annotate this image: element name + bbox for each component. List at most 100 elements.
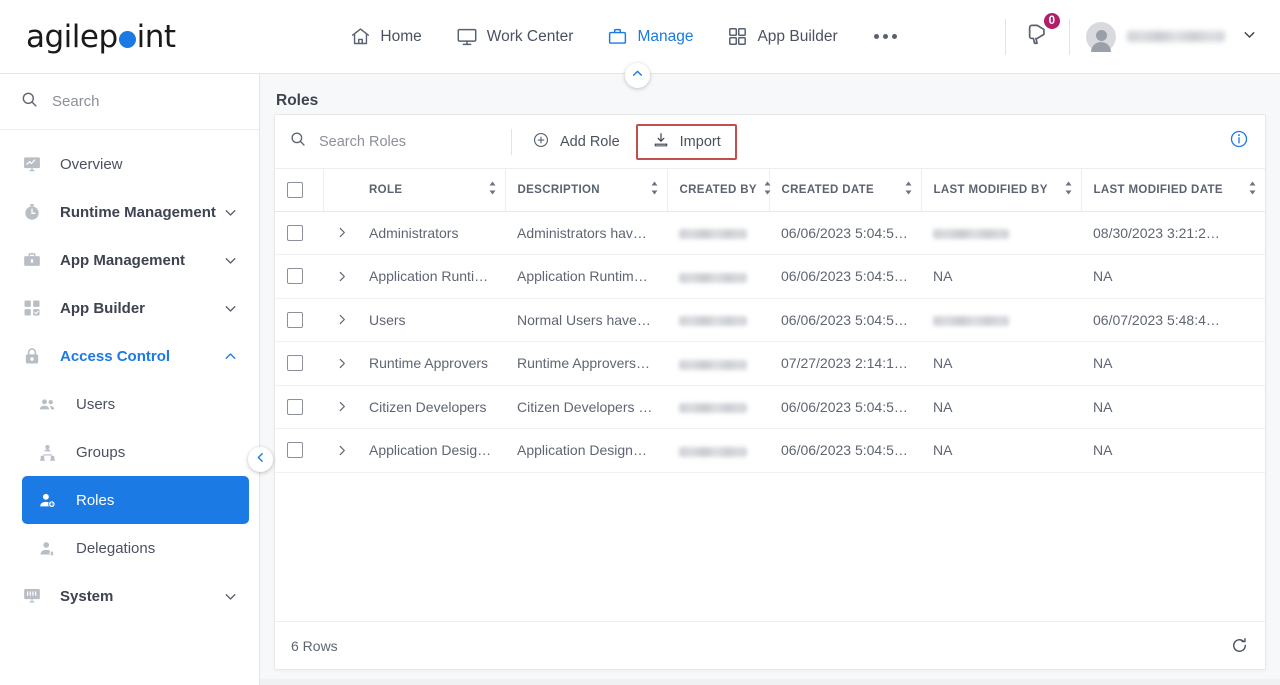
chevron-down-icon[interactable] (222, 252, 239, 269)
table-row[interactable]: Users Normal Users have… 06/06/2023 5:04:5… (275, 298, 1265, 342)
expand-row-icon[interactable] (335, 312, 349, 327)
sort-icon[interactable] (904, 181, 913, 198)
chevron-down-icon[interactable] (222, 204, 239, 221)
sidebar-item-app-management[interactable]: App Management (0, 236, 259, 284)
table-row[interactable]: Administrators Administrators hav… 06/06/2… (275, 211, 1265, 255)
expand-row-icon[interactable] (335, 399, 349, 414)
nav-item-app-builder[interactable]: App Builder (725, 22, 839, 51)
nav-item-manage[interactable]: Manage (605, 22, 695, 51)
expand-row-icon[interactable] (335, 443, 349, 458)
lock-icon (22, 346, 52, 366)
notifications-button[interactable]: 0 (1022, 10, 1062, 55)
column-header-created-by[interactable]: CREATED BY (667, 169, 772, 212)
created-by-redacted (679, 316, 747, 327)
last-modified-by-value: NA (933, 268, 953, 285)
sidebar-item-access-control-label: Access Control (60, 347, 171, 365)
table-row[interactable]: Application Runtim… Application Runtim… 06… (275, 254, 1265, 299)
sidebar-item-system[interactable]: System (0, 572, 259, 620)
agilepoint-logo[interactable]: agilep int (0, 19, 260, 55)
row-checkbox[interactable] (287, 268, 303, 285)
download-icon (652, 131, 670, 153)
row-expand-cell (323, 385, 357, 429)
expand-row-icon[interactable] (335, 225, 349, 240)
add-role-button[interactable]: Add Role (516, 124, 636, 160)
row-checkbox[interactable] (287, 224, 303, 241)
sidebar-item-delegations-label: Delegations (76, 539, 156, 557)
chevron-down-icon[interactable] (1241, 26, 1258, 48)
table-header-row: ROLE DESCRIPTION CREATED BY CREATED DATE… (275, 169, 1265, 212)
sidebar-item-users[interactable]: Users (22, 380, 249, 428)
sort-icon[interactable] (763, 181, 772, 198)
select-all-checkbox[interactable] (287, 181, 303, 198)
sort-icon[interactable] (650, 181, 659, 198)
cell-description: Administrators hav… (505, 211, 667, 255)
search-roles-input[interactable]: Search Roles (289, 130, 511, 153)
sidebar-item-access-control[interactable]: Access Control (0, 332, 259, 380)
refresh-icon[interactable] (1230, 636, 1249, 655)
row-checkbox[interactable] (287, 355, 303, 372)
cell-description: Application Runtim… (505, 254, 667, 299)
import-button[interactable]: Import (635, 123, 737, 160)
divider (1069, 18, 1070, 55)
divider (1005, 18, 1006, 55)
table-row[interactable]: Citizen Developers Citizen Developers … 06… (275, 385, 1265, 429)
header-collapse-button[interactable] (625, 63, 650, 88)
table-footer: 6 Rows (275, 621, 1265, 669)
sidebar-item-roles-label: Roles (76, 491, 115, 509)
page-title: Roles (276, 92, 319, 109)
row-checkbox[interactable] (287, 398, 303, 415)
last-modified-by-value: NA (933, 355, 953, 372)
sidebar-item-overview[interactable]: Overview (0, 140, 259, 188)
chevron-up-icon[interactable] (222, 348, 239, 365)
sort-icon[interactable] (1248, 181, 1257, 198)
expand-row-icon[interactable] (335, 356, 349, 371)
row-select-cell (275, 385, 323, 429)
created-by-redacted (679, 403, 747, 414)
cell-last-modified-by: NA (921, 341, 1081, 386)
sidebar-item-groups-label: Groups (76, 443, 126, 461)
chevron-down-icon[interactable] (222, 588, 239, 605)
nav-item-app-builder-label: App Builder (757, 27, 838, 45)
app-window: agilep int Home Work Center Manage App B… (0, 0, 1280, 685)
sort-icon[interactable] (1064, 181, 1073, 198)
table-row[interactable]: Application Design… Application Design… 06… (275, 428, 1265, 473)
last-modified-by-value: NA (933, 398, 953, 415)
row-checkbox[interactable] (287, 311, 303, 328)
nav-item-home[interactable]: Home (348, 22, 423, 51)
sidebar-collapse-button[interactable] (248, 447, 273, 472)
column-header-last-modified-date[interactable]: LAST MODIFIED DATE (1081, 169, 1265, 212)
column-header-last-modified-by[interactable]: LAST MODIFIED BY (921, 169, 1082, 212)
cell-last-modified-by: NA (921, 254, 1081, 299)
sidebar-search[interactable]: Search (0, 74, 259, 130)
username-redacted (1127, 31, 1225, 42)
cell-description: Application Design… (505, 428, 667, 473)
sidebar-item-runtime-management-label: Runtime Management (60, 203, 216, 221)
roles-toolbar: Search Roles Add Role Import (275, 115, 1265, 169)
column-header-created-by-label: CREATED BY (679, 183, 757, 196)
cell-created-date: 06/06/2023 5:04:5… (769, 254, 921, 299)
row-expand-cell (323, 254, 357, 299)
sidebar-item-roles[interactable]: Roles (22, 476, 249, 524)
expand-row-icon[interactable] (335, 269, 349, 284)
cell-description: Runtime Approvers… (505, 341, 667, 386)
expand-header (323, 169, 357, 212)
column-header-role-label: ROLE (369, 183, 403, 196)
nav-item-work-center[interactable]: Work Center (454, 22, 576, 52)
avatar[interactable] (1086, 21, 1116, 52)
column-header-description[interactable]: DESCRIPTION (505, 169, 668, 212)
table-row[interactable]: Runtime Approvers Runtime Approvers… 07/27… (275, 341, 1265, 386)
sidebar-item-delegations[interactable]: Delegations (22, 524, 249, 572)
nav-item-home-label: Home (380, 27, 422, 45)
chevron-down-icon[interactable] (222, 300, 239, 317)
row-checkbox[interactable] (287, 442, 303, 459)
sidebar-item-groups[interactable]: Groups (22, 428, 249, 476)
sort-icon[interactable] (488, 181, 497, 198)
column-header-role[interactable]: ROLE (357, 169, 506, 212)
sidebar-item-runtime-management[interactable]: Runtime Management (0, 188, 259, 236)
more-options-icon[interactable] (870, 34, 901, 39)
info-circle-icon[interactable] (1229, 129, 1255, 154)
row-expand-cell (323, 341, 357, 386)
sidebar-item-app-builder[interactable]: App Builder (0, 284, 259, 332)
column-header-created-date[interactable]: CREATED DATE (769, 169, 922, 212)
toolbox-icon (22, 250, 52, 270)
